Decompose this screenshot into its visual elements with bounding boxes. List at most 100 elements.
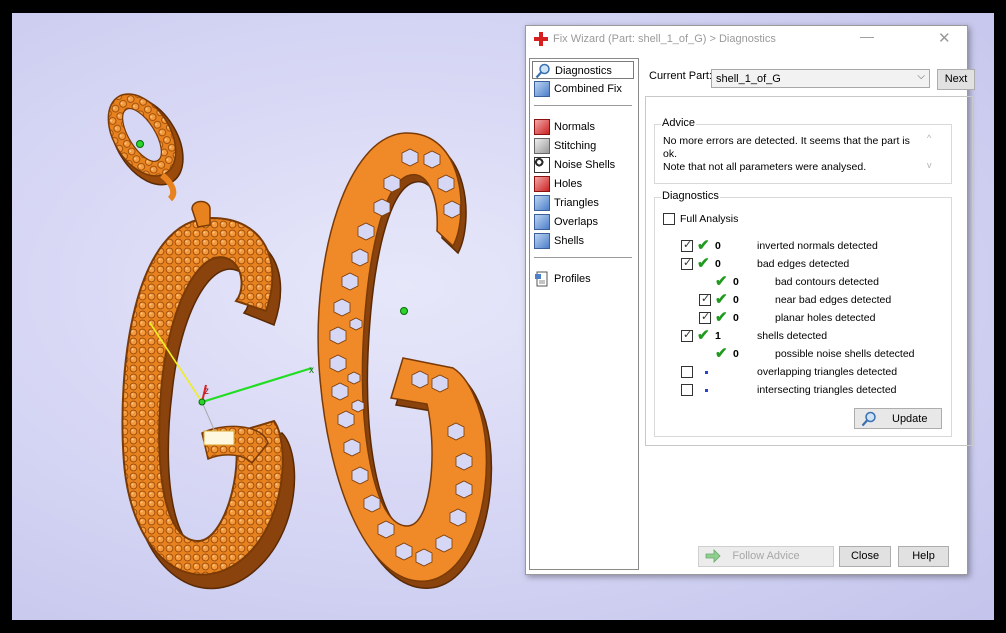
sidebar-item-label: Stitching [554, 140, 597, 152]
row-count: 0 [715, 240, 721, 252]
close-button[interactable]: Close [839, 546, 891, 567]
full-analysis-row[interactable]: Full Analysis [663, 212, 863, 230]
diagnostic-row: ✔ 0 possible noise shells detected [655, 345, 945, 364]
row-label: near bad edges detected [775, 294, 892, 306]
full-analysis-label: Full Analysis [680, 213, 739, 225]
cube-icon [534, 81, 550, 97]
row-checkbox[interactable]: ✓ [681, 329, 693, 342]
dialog-titlebar[interactable]: Fix Wizard (Part: shell_1_of_G) > Diagno… [526, 26, 967, 52]
pending-dot-icon [705, 371, 708, 374]
ok-check-icon: ✔ [715, 291, 728, 308]
row-checkbox[interactable]: ✓ [699, 293, 711, 306]
holes-icon [534, 176, 550, 192]
advice-line-2: Note that not all parameters were analys… [663, 161, 867, 173]
ok-check-icon: ✔ [697, 327, 710, 344]
sidebar-item-label: Overlaps [554, 216, 599, 228]
sidebar-item-noise-shells[interactable]: Noise Shells [532, 156, 634, 174]
minimize-icon[interactable]: — [860, 28, 874, 44]
sidebar-item-holes[interactable]: Holes [532, 175, 634, 193]
next-button[interactable]: Next [937, 69, 975, 90]
diagnostic-row: ✓ ✔ 0 bad edges detected [655, 255, 945, 274]
sidebar-item-label: Combined Fix [554, 83, 622, 95]
red-cross-icon [534, 32, 548, 46]
cube-icon [534, 119, 550, 135]
row-checkbox[interactable] [681, 366, 693, 378]
sidebar-item-diagnostics[interactable]: Diagnostics [532, 61, 634, 79]
help-button[interactable]: Help [898, 546, 949, 567]
row-label: planar holes detected [775, 312, 876, 324]
ok-check-icon: ✔ [715, 309, 728, 326]
ok-check-icon: ✔ [715, 273, 728, 290]
advice-group: Advice No more errors are detected. It s… [654, 117, 952, 184]
axis-tag [203, 430, 235, 446]
row-label: bad contours detected [775, 276, 879, 288]
row-label: intersecting triangles detected [757, 384, 897, 396]
sidebar-item-stitching[interactable]: Stitching [532, 137, 634, 155]
diagnostics-title: Diagnostics [661, 190, 720, 202]
axis-x-label: x [309, 365, 314, 376]
fix-wizard-dialog: Fix Wizard (Part: shell_1_of_G) > Diagno… [525, 25, 975, 575]
sidebar-divider [534, 105, 632, 106]
row-checkbox[interactable] [681, 384, 693, 396]
chevron-down-icon: ⌵ [917, 71, 925, 82]
diagnostics-panel: Advice No more errors are detected. It s… [645, 96, 973, 446]
pending-dot-icon [705, 389, 708, 392]
cube-icon [534, 214, 550, 230]
document-icon [535, 271, 548, 287]
sidebar-item-combined-fix[interactable]: Combined Fix [532, 80, 634, 98]
row-label: inverted normals detected [757, 240, 878, 252]
full-analysis-checkbox[interactable] [663, 213, 675, 225]
row-label: shells detected [757, 330, 828, 342]
diagnostic-row: overlapping triangles detected [655, 364, 945, 382]
axis-z-label: z [204, 386, 209, 397]
update-button[interactable]: Update [854, 408, 942, 429]
magnifier-icon [535, 63, 550, 79]
sidebar-item-overlaps[interactable]: Overlaps [532, 213, 634, 231]
advice-title: Advice [661, 117, 697, 129]
sidebar-item-label: Triangles [554, 197, 599, 209]
sidebar-item-triangles[interactable]: Triangles [532, 194, 634, 212]
row-checkbox[interactable]: ✓ [699, 311, 711, 324]
scroll-down-icon[interactable]: v [927, 160, 932, 170]
row-checkbox[interactable]: ✓ [681, 239, 693, 252]
close-icon[interactable]: ✕ [938, 29, 951, 47]
row-checkbox[interactable]: ✓ [681, 257, 693, 270]
row-label: possible noise shells detected [775, 348, 915, 360]
sidebar-item-label: Normals [554, 121, 595, 133]
current-part-value: shell_1_of_G [716, 73, 781, 85]
follow-advice-label: Follow Advice [732, 550, 800, 562]
sidebar-item-label: Noise Shells [554, 159, 616, 171]
arrow-right-icon [705, 549, 721, 563]
row-count: 0 [733, 348, 739, 360]
diagnostic-row: intersecting triangles detected [655, 382, 945, 400]
row-count: 1 [715, 330, 721, 342]
row-count: 0 [733, 276, 739, 288]
diagnostic-row: ✔ 0 bad contours detected [655, 273, 945, 292]
sidebar-item-label: Shells [554, 235, 584, 247]
honeycomb-g-model[interactable] [317, 132, 493, 589]
cube-icon [534, 138, 550, 154]
row-count: 0 [733, 294, 739, 306]
diagnostics-group: Diagnostics Full Analysis ✓ ✔ 0 inverted… [654, 190, 952, 437]
ok-check-icon: ✔ [715, 345, 728, 362]
ok-check-icon: ✔ [697, 237, 710, 254]
scroll-up-icon[interactable]: ^ [927, 133, 931, 143]
sidebar-item-shells[interactable]: Shells [532, 232, 634, 250]
update-label: Update [892, 413, 928, 425]
advice-text: No more errors are detected. It seems th… [663, 135, 923, 174]
dialog-title: Fix Wizard (Part: shell_1_of_G) > Diagno… [553, 33, 776, 45]
sidebar-item-profiles[interactable]: Profiles [532, 270, 634, 288]
ok-check-icon: ✔ [697, 255, 710, 272]
current-part-select[interactable]: shell_1_of_G ⌵ [711, 69, 930, 88]
advice-line-1: No more errors are detected. It seems th… [663, 135, 910, 160]
follow-advice-button[interactable]: Follow Advice [698, 546, 834, 567]
diagnostic-row: ✓ ✔ 1 shells detected [655, 327, 945, 346]
diagnostic-row: ✓ ✔ 0 near bad edges detected [655, 291, 945, 310]
row-count: 0 [715, 258, 721, 270]
3d-viewport[interactable]: x z Fix Wizard (Part: shell_1_of_G) > Di… [12, 13, 994, 620]
row-count: 0 [733, 312, 739, 324]
cube-icon [534, 233, 550, 249]
wizard-sidebar: Diagnostics Combined Fix Normals Stitchi… [529, 58, 639, 570]
bail-ring-model[interactable] [94, 82, 197, 202]
sidebar-item-normals[interactable]: Normals [532, 118, 634, 136]
